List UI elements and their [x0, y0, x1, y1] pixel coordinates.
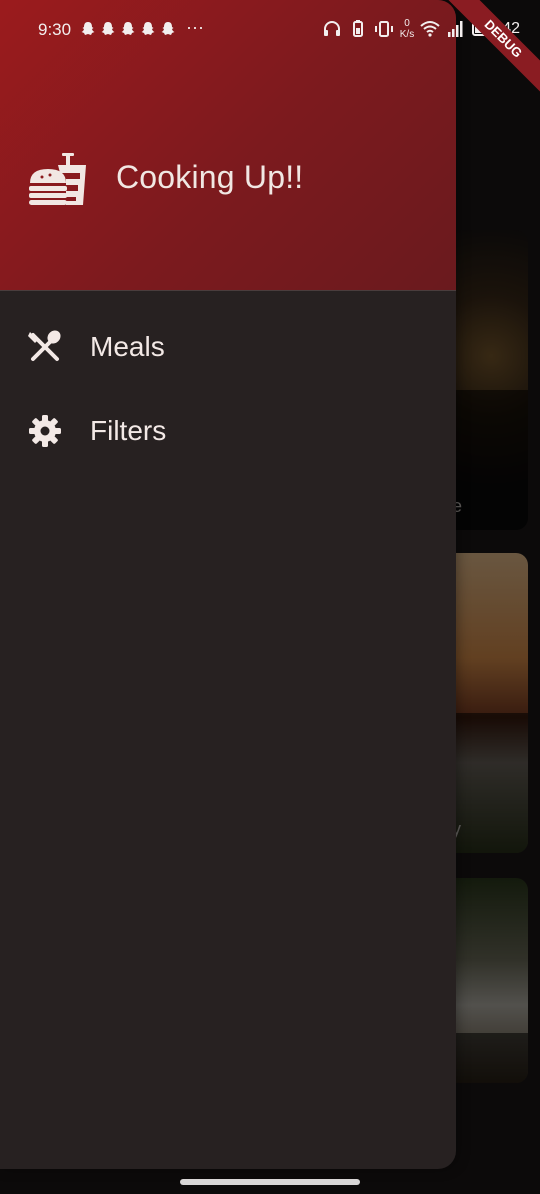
snapchat-icon — [121, 22, 135, 35]
snapchat-icon — [81, 22, 95, 35]
drawer-item-meals[interactable]: Meals — [0, 305, 456, 389]
drawer-title: Cooking Up!! — [116, 158, 304, 195]
fastfood-icon — [29, 153, 86, 205]
net-speed-value: 0 — [404, 18, 410, 29]
home-indicator[interactable] — [180, 1179, 360, 1185]
snapchat-icon — [141, 22, 155, 35]
net-speed: 0 K/s — [400, 18, 414, 40]
drawer-item-label: Filters — [90, 415, 167, 446]
more-notifications-icon: ··· — [186, 17, 204, 37]
drawer-item-filters[interactable]: Filters — [0, 389, 456, 473]
status-time: 9:30 — [38, 20, 72, 39]
drawer-header-row: Cooking Up!! — [26, 145, 303, 209]
vibrate-icon — [374, 21, 393, 37]
navigation-drawer: Cooking Up!! Meals Filters — [0, 0, 456, 1169]
gear-icon — [26, 412, 64, 450]
fork-spoon-icon — [26, 328, 64, 366]
battery-saver-icon — [352, 20, 363, 37]
snapchat-icon — [101, 22, 115, 35]
wifi-icon — [420, 21, 440, 37]
headphones-icon — [323, 21, 340, 36]
net-speed-unit: K/s — [399, 29, 415, 40]
signal-icon — [448, 21, 463, 37]
snapchat-icon — [161, 22, 175, 35]
drawer-menu: Meals Filters — [0, 305, 456, 473]
drawer-item-label: Meals — [90, 331, 165, 362]
notification-icons — [80, 21, 176, 37]
